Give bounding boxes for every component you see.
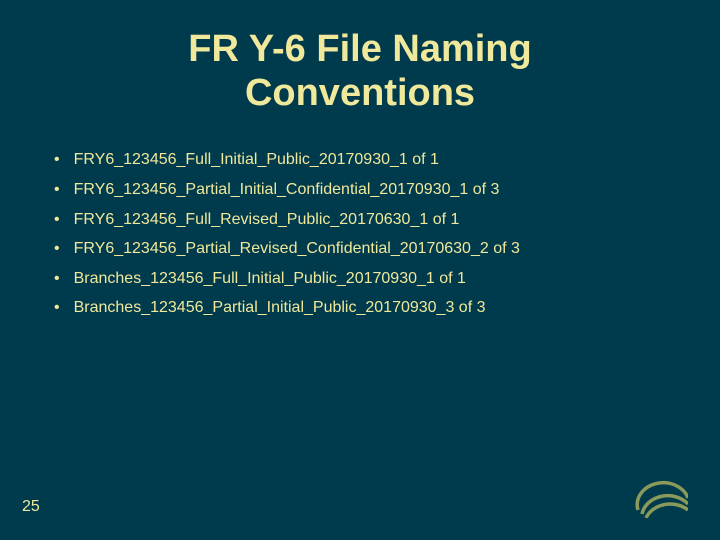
bullet-icon: • bbox=[54, 266, 60, 292]
list-item: • Branches_123456_Full_Initial_Public_20… bbox=[54, 266, 720, 292]
item-text: FRY6_123456_Full_Revised_Public_20170630… bbox=[74, 207, 460, 233]
list-item: • FRY6_123456_Partial_Initial_Confidenti… bbox=[54, 177, 720, 203]
list-item: • FRY6_123456_Full_Revised_Public_201706… bbox=[54, 207, 720, 233]
item-text: FRY6_123456_Full_Initial_Public_20170930… bbox=[74, 147, 439, 173]
bullet-icon: • bbox=[54, 236, 60, 262]
bullet-icon: • bbox=[54, 207, 60, 233]
title-line-1: FR Y-6 File Naming bbox=[188, 28, 531, 70]
item-text: Branches_123456_Partial_Initial_Public_2… bbox=[74, 295, 486, 321]
list-item: • Branches_123456_Partial_Initial_Public… bbox=[54, 295, 720, 321]
bullet-icon: • bbox=[54, 177, 60, 203]
page-title: FR Y-6 File Naming Conventions bbox=[0, 0, 720, 115]
title-line-2: Conventions bbox=[245, 72, 475, 114]
item-text: Branches_123456_Full_Initial_Public_2017… bbox=[74, 266, 466, 292]
bullet-icon: • bbox=[54, 295, 60, 321]
page-number: 25 bbox=[22, 498, 40, 516]
item-text: FRY6_123456_Partial_Revised_Confidential… bbox=[74, 236, 520, 262]
logo-icon bbox=[630, 470, 688, 518]
bullet-icon: • bbox=[54, 147, 60, 173]
list-item: • FRY6_123456_Partial_Revised_Confidenti… bbox=[54, 236, 720, 262]
item-text: FRY6_123456_Partial_Initial_Confidential… bbox=[74, 177, 500, 203]
list-item: • FRY6_123456_Full_Initial_Public_201709… bbox=[54, 147, 720, 173]
bullet-list: • FRY6_123456_Full_Initial_Public_201709… bbox=[0, 147, 720, 321]
